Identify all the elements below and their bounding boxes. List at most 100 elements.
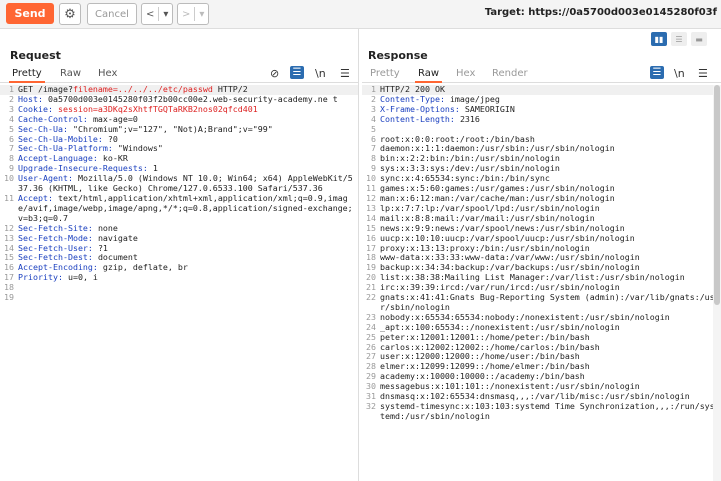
send-button[interactable]: Send	[6, 3, 54, 24]
cancel-button[interactable]: Cancel	[87, 3, 137, 25]
code-token: dnsmasq:x:102:65534:dnsmasq,,,:/var/lib/…	[380, 391, 690, 402]
code-token: www-data:x:33:33:www-data:/var/www:/usr/…	[380, 252, 640, 263]
code-token: ko-KR	[102, 153, 128, 164]
code-token: document	[97, 252, 138, 263]
toolbar: Send ⚙ Cancel < ▾ > ▾ Target: https://0a…	[0, 0, 721, 29]
code-token: lp:x:7:7:lp:/var/spool/lpd:/usr/sbin/nol…	[380, 202, 600, 213]
code-token: 2316	[459, 113, 480, 124]
code-token: none	[97, 222, 118, 233]
code-token: text/html,application/xhtml+xml,applicat…	[18, 192, 353, 223]
hide-icon[interactable]: ⊘	[270, 66, 279, 80]
newline-icon[interactable]: \n	[674, 66, 685, 80]
wrap-icon[interactable]: ☰	[650, 66, 664, 79]
code-token: user:x:12000:12000::/home/user:/bin/bash	[380, 351, 580, 362]
line-text	[18, 293, 358, 303]
line-number: 19	[4, 292, 14, 303]
scrollbar[interactable]	[713, 85, 721, 481]
code-token: "Windows"	[117, 143, 163, 154]
line-number: 32	[366, 401, 376, 411]
code-token: image/jpeg	[449, 93, 500, 104]
tab-raw[interactable]: Raw	[414, 68, 443, 83]
code-line: 17 Priority: u=0, i	[0, 272, 358, 283]
code-token: bin:x:2:2:bin:/bin:/usr/sbin/nologin	[380, 153, 560, 164]
code-token: elmer:x:12099:12099::/home/elmer:/bin/ba…	[380, 361, 590, 372]
code-token: Sec-Ch-Ua-Platform:	[18, 143, 118, 154]
chevron-down-icon[interactable]: ▾	[159, 9, 172, 20]
chevron-down-icon[interactable]: ▾	[195, 9, 208, 20]
code-token: 0a5700d003e0145280f03f2b00cc00e2.web-sec…	[47, 93, 338, 104]
newline-icon[interactable]: \n	[315, 66, 326, 80]
code-token: backup:x:34:34:backup:/var/backups:/usr/…	[380, 262, 640, 273]
code-token: proxy:x:13:13:proxy:/bin:/usr/sbin/nolog…	[380, 242, 590, 253]
request-title: Request	[10, 49, 61, 62]
code-token: HTTP/2	[212, 85, 248, 94]
tab-hex[interactable]: Hex	[456, 68, 475, 79]
code-token: Accept-Language:	[18, 153, 103, 164]
line-number: 22	[366, 292, 376, 303]
request-pane: Request Pretty Raw Hex ⊘ ☰ \n ☰ 1 GET /im…	[0, 29, 359, 481]
code-token: Content-Type:	[380, 93, 450, 104]
response-editor[interactable]: 1 HTTP/2 200 OK 2 Content-Type: image/jpeg 3…	[362, 85, 721, 481]
layout-toggle: ▮▮ ☰ ▬	[651, 32, 707, 46]
code-token: Accept-Encoding:	[18, 262, 103, 273]
code-token: HTTP/2 200 OK	[380, 85, 445, 94]
code-line: 19	[0, 292, 358, 303]
code-token: news:x:9:9:news:/var/spool/news:/usr/sbi…	[380, 222, 625, 233]
split-layout-icon[interactable]: ▮▮	[651, 32, 667, 46]
request-editor[interactable]: 1 GET /image?filename=../../../etc/passwd…	[0, 85, 358, 481]
back-arrow-icon[interactable]: <	[142, 9, 158, 20]
line-text: Priority: u=0, i	[18, 272, 358, 283]
code-token: carlos:x:12002:12002::/home/carlos:/bin/…	[380, 341, 600, 352]
code-token: Content-Length:	[380, 113, 460, 124]
line-number: 10	[4, 173, 14, 184]
menu-icon[interactable]: ☰	[698, 66, 708, 80]
wrap-icon[interactable]: ☰	[290, 66, 304, 79]
code-token: Sec-Fetch-User:	[18, 242, 98, 253]
vertical-layout-icon[interactable]: ☰	[671, 32, 687, 46]
code-token: irc:x:39:39:ircd:/var/run/ircd:/usr/sbin…	[380, 282, 620, 293]
code-line: 22 gnats:x:41:41:Gnats Bug-Reporting Syst…	[362, 292, 721, 313]
code-token: peter:x:12001:12001::/home/peter:/bin/ba…	[380, 331, 590, 342]
code-token: Upgrade-Insecure-Requests:	[18, 163, 153, 174]
code-token: systemd-timesync:x:103:103:systemd Time …	[380, 401, 715, 421]
code-token: u=0, i	[67, 272, 98, 283]
tab-hex[interactable]: Hex	[98, 68, 117, 79]
menu-icon[interactable]: ☰	[340, 66, 350, 80]
tab-pretty[interactable]: Pretty	[370, 68, 400, 79]
single-layout-icon[interactable]: ▬	[691, 32, 707, 46]
response-pane: ▮▮ ☰ ▬ Response Pretty Raw Hex Render ☰ …	[362, 29, 721, 481]
code-token: man:x:6:12:man:/var/cache/man:/usr/sbin/…	[380, 192, 615, 203]
code-token: GET /image?	[18, 85, 73, 94]
scrollbar-thumb[interactable]	[714, 85, 720, 305]
code-line: 4 Content-Length: 2316	[362, 113, 721, 125]
tab-pretty[interactable]: Pretty	[9, 68, 45, 83]
code-token: gzip, deflate, br	[102, 262, 188, 273]
line-text: Accept: text/html,application/xhtml+xml,…	[18, 192, 358, 224]
line-text: systemd-timesync:x:103:103:systemd Time …	[380, 401, 721, 422]
forward-arrow-icon[interactable]: >	[178, 9, 194, 20]
tab-raw[interactable]: Raw	[60, 68, 81, 79]
gear-icon[interactable]: ⚙	[59, 3, 81, 25]
target-url[interactable]: Target: https://0a5700d003e0145280f03f	[485, 7, 717, 18]
code-token: 1	[152, 163, 158, 174]
code-token: max-age=0	[92, 113, 138, 124]
line-number: 11	[4, 192, 14, 203]
response-tabs: Pretty Raw Hex Render ☰ \n ☰	[362, 66, 721, 83]
code-token: games:x:5:60:games:/usr/games:/usr/sbin/…	[380, 183, 615, 194]
tab-render[interactable]: Render	[492, 68, 528, 79]
code-line: 11 Accept: text/html,application/xhtml+xm…	[0, 192, 358, 224]
code-token: academy:x:10000:10000::/academy:/bin/bas…	[380, 371, 585, 382]
forward-nav-group: > ▾	[177, 3, 210, 25]
code-token: Cache-Control:	[18, 113, 93, 124]
code-token: list:x:38:38:Mailing List Manager:/var/l…	[380, 272, 685, 283]
code-token: Accept:	[18, 192, 58, 203]
code-line: 32 systemd-timesync:x:103:103:systemd Tim…	[362, 401, 721, 422]
line-text: gnats:x:41:41:Gnats Bug-Reporting System…	[380, 292, 721, 313]
code-token: mail:x:8:8:mail:/var/mail:/usr/sbin/nolo…	[380, 212, 595, 223]
code-line: 10 User-Agent: Mozilla/5.0 (Windows NT 10…	[0, 173, 358, 194]
code-token: Sec-Ch-Ua-Mobile:	[18, 133, 108, 144]
code-token: nobody:x:65534:65534:nobody:/nonexistent…	[380, 311, 670, 322]
code-line: 18	[0, 282, 358, 293]
code-token: uucp:x:10:10:uucp:/var/spool/uucp:/usr/s…	[380, 232, 635, 243]
code-token: _apt:x:100:65534::/nonexistent:/usr/sbin…	[380, 321, 620, 332]
